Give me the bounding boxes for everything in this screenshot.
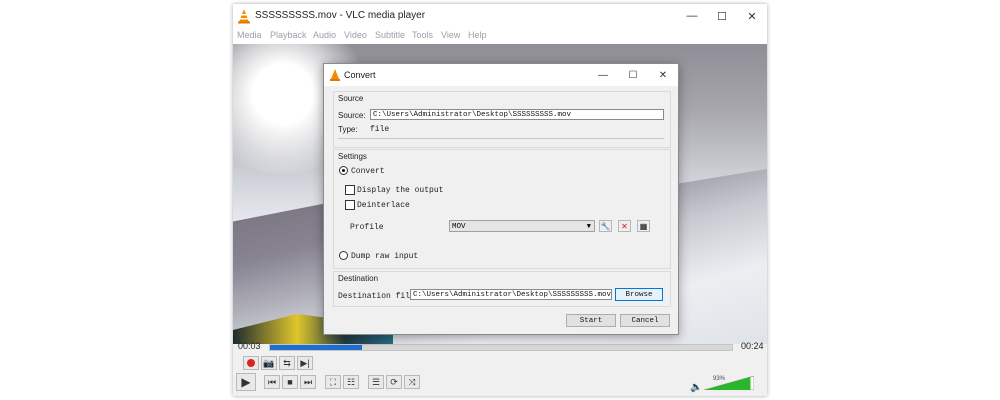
dialog-title: Convert bbox=[344, 70, 376, 80]
destination-path-field[interactable]: C:\Users\Administrator\Desktop\SSSSSSSSS… bbox=[410, 289, 612, 300]
snapshot-button[interactable]: 📷 bbox=[261, 356, 277, 370]
dialog-close-button[interactable]: ✕ bbox=[648, 64, 678, 86]
profile-label: Profile bbox=[350, 223, 384, 232]
frame-step-button[interactable]: ▶| bbox=[297, 356, 313, 370]
dialog-title-bar: Convert — ☐ ✕ bbox=[324, 64, 678, 86]
menu-video[interactable]: Video bbox=[344, 30, 367, 40]
menu-media[interactable]: Media bbox=[237, 30, 262, 40]
dialog-maximize-button[interactable]: ☐ bbox=[618, 64, 648, 86]
loop-button[interactable]: ⟳ bbox=[386, 375, 402, 389]
source-path-field[interactable]: C:\Users\Administrator\Desktop\SSSSSSSSS… bbox=[370, 109, 664, 120]
total-time: 00:24 bbox=[741, 341, 764, 351]
menu-audio[interactable]: Audio bbox=[313, 30, 336, 40]
playlist-button[interactable]: ☰ bbox=[368, 375, 384, 389]
deinterlace-label: Deinterlace bbox=[357, 201, 410, 210]
source-label: Source: bbox=[338, 111, 366, 120]
stop-icon: ■ bbox=[287, 377, 293, 387]
display-output-checkbox[interactable] bbox=[345, 185, 355, 195]
chevron-down-icon: ▼ bbox=[586, 223, 591, 231]
play-icon: ▶ bbox=[241, 375, 251, 389]
cancel-button[interactable]: Cancel bbox=[620, 314, 670, 327]
destination-group-label: Destination bbox=[338, 274, 379, 283]
stop-button[interactable]: ■ bbox=[282, 375, 298, 389]
new-profile-icon: ▦ bbox=[639, 221, 648, 231]
source-divider bbox=[338, 138, 664, 139]
delete-profile-button[interactable]: ✕ bbox=[618, 220, 631, 232]
vlc-cone-icon bbox=[330, 69, 340, 81]
menu-tools[interactable]: Tools bbox=[412, 30, 433, 40]
settings-group: Settings Convert Display the output Dein… bbox=[333, 149, 671, 269]
destination-group: Destination Destination file: C:\Users\A… bbox=[333, 271, 671, 307]
start-button[interactable]: Start bbox=[566, 314, 616, 327]
elapsed-time: 00:03 bbox=[238, 341, 261, 351]
convert-radio-label: Convert bbox=[351, 167, 385, 176]
speaker-icon[interactable]: 🔈 bbox=[690, 382, 702, 393]
menu-playback[interactable]: Playback bbox=[270, 30, 307, 40]
source-group: Source Source: C:\Users\Administrator\De… bbox=[333, 91, 671, 148]
close-button[interactable]: ✕ bbox=[737, 4, 767, 28]
convert-dialog: Convert — ☐ ✕ Source Source: C:\Users\Ad… bbox=[323, 63, 679, 335]
equalizer-icon: ☷ bbox=[346, 376, 356, 387]
deinterlace-checkbox[interactable] bbox=[345, 200, 355, 210]
maximize-button[interactable]: ☐ bbox=[707, 4, 737, 28]
seek-bar-row: 00:03 00:24 bbox=[233, 340, 767, 354]
record-button[interactable] bbox=[243, 356, 259, 370]
previous-icon: ⏮ bbox=[267, 376, 277, 387]
menu-help[interactable]: Help bbox=[468, 30, 487, 40]
record-icon bbox=[247, 359, 255, 367]
dump-raw-radio[interactable] bbox=[339, 251, 348, 260]
play-button[interactable]: ▶ bbox=[236, 373, 256, 391]
browse-button[interactable]: Browse bbox=[615, 288, 663, 301]
loop-icon: ⟳ bbox=[390, 376, 398, 387]
fullscreen-icon: ⛶ bbox=[329, 376, 337, 387]
seek-slider[interactable] bbox=[269, 344, 733, 351]
menu-subtitle[interactable]: Subtitle bbox=[375, 30, 405, 40]
volume-percent: 93% bbox=[713, 376, 726, 382]
frame-step-icon: ▶| bbox=[300, 357, 310, 368]
dump-raw-label: Dump raw input bbox=[351, 252, 419, 261]
convert-radio[interactable] bbox=[339, 166, 348, 175]
loop-ab-icon: ⇆ bbox=[283, 357, 291, 368]
new-profile-button[interactable]: ▦ bbox=[637, 220, 650, 232]
shuffle-icon: ⤨ bbox=[408, 376, 416, 387]
window-title: SSSSSSSSS.mov - VLC media player bbox=[255, 10, 426, 21]
next-button[interactable]: ⏭ bbox=[300, 375, 316, 389]
playlist-icon: ☰ bbox=[371, 376, 381, 387]
title-bar: SSSSSSSSS.mov - VLC media player — ☐ ✕ bbox=[233, 4, 767, 28]
menu-bar: Media Playback Audio Video Subtitle Tool… bbox=[233, 28, 767, 44]
vlc-cone-icon bbox=[238, 9, 250, 24]
wrench-icon: 🔧 bbox=[600, 221, 611, 231]
extended-settings-button[interactable]: ☷ bbox=[343, 375, 359, 389]
settings-group-label: Settings bbox=[338, 152, 367, 161]
radio-selected-dot bbox=[342, 169, 345, 172]
source-group-label: Source bbox=[338, 94, 364, 103]
previous-button[interactable]: ⏮ bbox=[264, 375, 280, 389]
shuffle-button[interactable]: ⤨ bbox=[404, 375, 420, 389]
camera-icon: 📷 bbox=[263, 357, 275, 368]
edit-profile-button[interactable]: 🔧 bbox=[599, 220, 612, 232]
type-value: file bbox=[370, 125, 390, 134]
type-label: Type: bbox=[338, 125, 358, 134]
profile-selected-value: MOV bbox=[452, 223, 466, 231]
volume-slider[interactable] bbox=[704, 376, 754, 390]
delete-x-icon: ✕ bbox=[621, 221, 628, 231]
destination-file-label: Destination file: bbox=[338, 292, 420, 301]
menu-view[interactable]: View bbox=[441, 30, 460, 40]
loop-ab-button[interactable]: ⇆ bbox=[279, 356, 295, 370]
next-icon: ⏭ bbox=[303, 376, 313, 387]
minimize-button[interactable]: — bbox=[677, 4, 707, 28]
fullscreen-button[interactable]: ⛶ bbox=[325, 375, 341, 389]
seek-progress bbox=[270, 345, 362, 350]
profile-select[interactable]: MOV ▼ bbox=[449, 220, 595, 232]
display-output-label: Display the output bbox=[357, 186, 444, 195]
dialog-minimize-button[interactable]: — bbox=[588, 64, 618, 86]
